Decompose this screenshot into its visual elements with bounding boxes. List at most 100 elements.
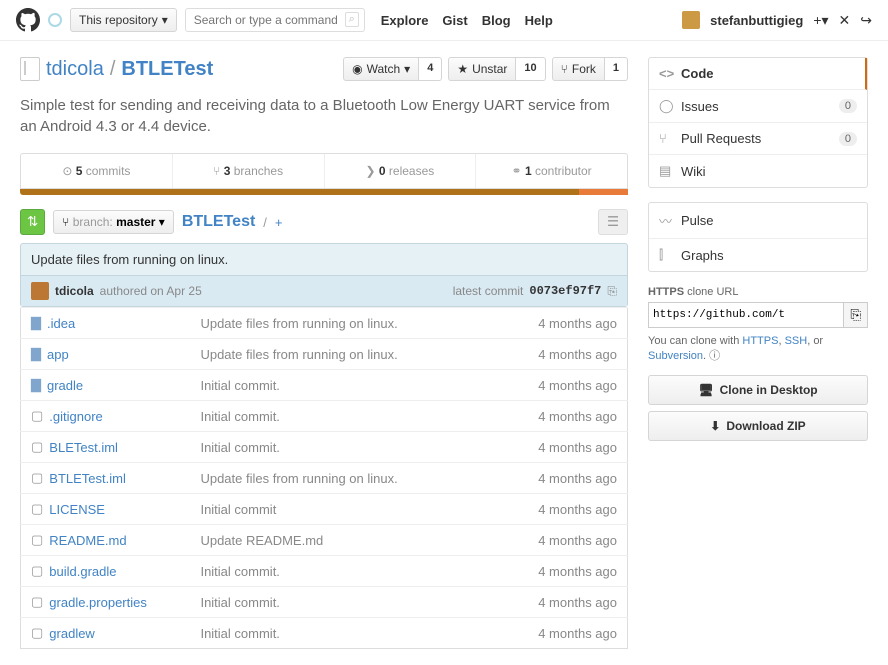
file-commit-message[interactable]: Initial commit. (190, 618, 490, 649)
clone-desktop-button[interactable]: 🖥Clone in Desktop (648, 375, 868, 405)
file-age: 4 months ago (490, 339, 627, 370)
stat-releases[interactable]: ❯ 0 releases (325, 154, 477, 188)
nav-wiki[interactable]: ▤Wiki (649, 155, 867, 187)
stat-branches[interactable]: ⑂ 3 branches (173, 154, 325, 188)
file-name-link[interactable]: ▢ README.md (31, 532, 180, 548)
clipboard-icon[interactable]: ⎘ (607, 284, 617, 299)
nav-code[interactable]: <>Code (649, 58, 867, 90)
nav-pull-requests[interactable]: ⑂Pull Requests0 (649, 123, 867, 155)
fork-icon: ⑂ (561, 62, 568, 76)
pr-count: 0 (839, 132, 857, 146)
file-row: ▢ gradle.propertiesInitial commit.4 mont… (21, 587, 628, 618)
file-icon: ▢ (31, 563, 43, 579)
download-zip-button[interactable]: ⬇Download ZIP (648, 411, 868, 441)
file-commit-message[interactable]: Update files from running on linux. (190, 463, 490, 494)
clone-https-link[interactable]: HTTPS (742, 335, 778, 347)
star-count[interactable]: 10 (516, 57, 545, 81)
file-name-link[interactable]: ▢ build.gradle (31, 563, 180, 579)
repo-owner-link[interactable]: tdicola (46, 58, 104, 81)
nav-gist[interactable]: Gist (442, 13, 467, 28)
file-name-link[interactable]: ▢ .gitignore (31, 408, 180, 424)
commit-author-avatar[interactable] (31, 282, 49, 300)
user-name[interactable]: stefanbuttigieg (710, 13, 803, 28)
commit-sha[interactable]: 0073ef97f7 (529, 284, 601, 298)
file-icon: ▢ (31, 594, 43, 610)
nav-graphs[interactable]: ⫿Graphs (649, 239, 867, 271)
fork-button[interactable]: ⑂Fork (552, 57, 605, 81)
commit-message[interactable]: Update files from running on linux. (21, 244, 627, 276)
file-commit-message[interactable]: Initial commit. (190, 556, 490, 587)
file-age: 4 months ago (490, 308, 627, 339)
search-scope-dropdown[interactable]: This repository ▾ (70, 8, 177, 32)
file-row: ▇ gradleInitial commit.4 months ago (21, 370, 628, 401)
language-bar[interactable] (20, 189, 628, 195)
file-name-link[interactable]: ▇ .idea (31, 315, 180, 331)
file-commit-message[interactable]: Initial commit (190, 494, 490, 525)
watch-count[interactable]: 4 (419, 57, 442, 81)
nav-help[interactable]: Help (525, 13, 553, 28)
side-nav-main: <>Code ◯Issues0 ⑂Pull Requests0 ▤Wiki (648, 57, 868, 188)
watch-button[interactable]: ◉Watch ▾ (343, 57, 419, 81)
nav-explore[interactable]: Explore (381, 13, 429, 28)
download-icon: ⬇ (710, 419, 720, 433)
user-avatar[interactable] (682, 11, 700, 29)
pulse-icon: 〰 (659, 211, 673, 230)
nav-issues[interactable]: ◯Issues0 (649, 90, 867, 123)
file-commit-message[interactable]: Initial commit. (190, 587, 490, 618)
repo-title-sep: / (110, 58, 116, 81)
file-name-link[interactable]: ▢ BLETest.iml (31, 439, 180, 455)
file-commit-message[interactable]: Initial commit. (190, 432, 490, 463)
file-name-link[interactable]: ▢ BTLETest.iml (31, 470, 180, 486)
side-nav-insights: 〰Pulse ⫿Graphs (648, 202, 868, 272)
file-name-link[interactable]: ▢ gradlew (31, 625, 180, 641)
branch-select[interactable]: ⑂ branch: master ▾ (53, 210, 174, 234)
list-view-toggle[interactable]: ☰ (598, 209, 628, 235)
clone-url-input[interactable] (648, 302, 844, 328)
help-icon[interactable]: ⓘ (709, 350, 720, 362)
repo-stats: ⊙ 5 commits ⑂ 3 branches ❯ 0 releases ⚭ … (20, 153, 628, 189)
create-new-dropdown[interactable]: +▾ (813, 12, 828, 29)
file-row: ▢ BTLETest.iml Update files from running … (21, 463, 628, 494)
nav-pulse[interactable]: 〰Pulse (649, 203, 867, 239)
file-icon: ▢ (31, 532, 43, 548)
star-button[interactable]: ★Unstar (448, 57, 516, 81)
notifications-icon[interactable] (48, 13, 62, 27)
repo-header: tdicola / BTLETest ◉Watch ▾4 ★Unstar10 ⑂… (20, 57, 628, 81)
repo-name-link[interactable]: BTLETest (121, 58, 213, 81)
star-icon: ★ (457, 62, 468, 76)
search-input[interactable] (185, 8, 365, 32)
file-age: 4 months ago (490, 463, 627, 494)
main-content: tdicola / BTLETest ◉Watch ▾4 ★Unstar10 ⑂… (20, 57, 628, 649)
stat-commits[interactable]: ⊙ 5 commits (21, 154, 173, 188)
pr-icon: ⑂ (659, 131, 673, 146)
compare-icon: ⇅ (27, 214, 38, 229)
copy-url-button[interactable]: ⎘ (844, 302, 868, 328)
file-commit-message[interactable]: Update files from running on linux. (190, 339, 490, 370)
breadcrumb-root[interactable]: BTLETest (182, 213, 255, 231)
github-logo-icon[interactable] (16, 8, 40, 32)
commit-author-link[interactable]: tdicola (55, 284, 94, 298)
repo-actions: ◉Watch ▾4 ★Unstar10 ⑂Fork1 (343, 57, 628, 81)
file-row: ▢ LICENSEInitial commit4 months ago (21, 494, 628, 525)
desktop-icon: 🖥 (698, 383, 713, 397)
clone-svn-link[interactable]: Subversion (648, 350, 703, 362)
file-name-link[interactable]: ▢ gradle.properties (31, 594, 180, 610)
caret-down-icon: ▾ (162, 13, 168, 27)
file-name-link[interactable]: ▇ gradle (31, 377, 180, 393)
file-row: ▢ build.gradleInitial commit.4 months ag… (21, 556, 628, 587)
file-name-link[interactable]: ▢ LICENSE (31, 501, 180, 517)
stat-contributors[interactable]: ⚭ 1 contributor (476, 154, 627, 188)
file-name-link[interactable]: ▇ app (31, 346, 180, 362)
clone-ssh-link[interactable]: SSH (785, 335, 808, 347)
settings-icon[interactable]: ✕ (839, 12, 851, 29)
fork-count[interactable]: 1 (605, 57, 628, 81)
file-commit-message[interactable]: Initial commit. (190, 401, 490, 432)
file-commit-message[interactable]: Update files from running on linux. (190, 308, 490, 339)
create-file-button[interactable]: + (275, 215, 283, 230)
nav-blog[interactable]: Blog (482, 13, 511, 28)
file-commit-message[interactable]: Initial commit. (190, 370, 490, 401)
file-commit-message[interactable]: Update README.md (190, 525, 490, 556)
clone-proto[interactable]: HTTPS (648, 286, 684, 298)
signout-icon[interactable]: ↪ (860, 12, 872, 29)
compare-button[interactable]: ⇅ (20, 209, 45, 235)
